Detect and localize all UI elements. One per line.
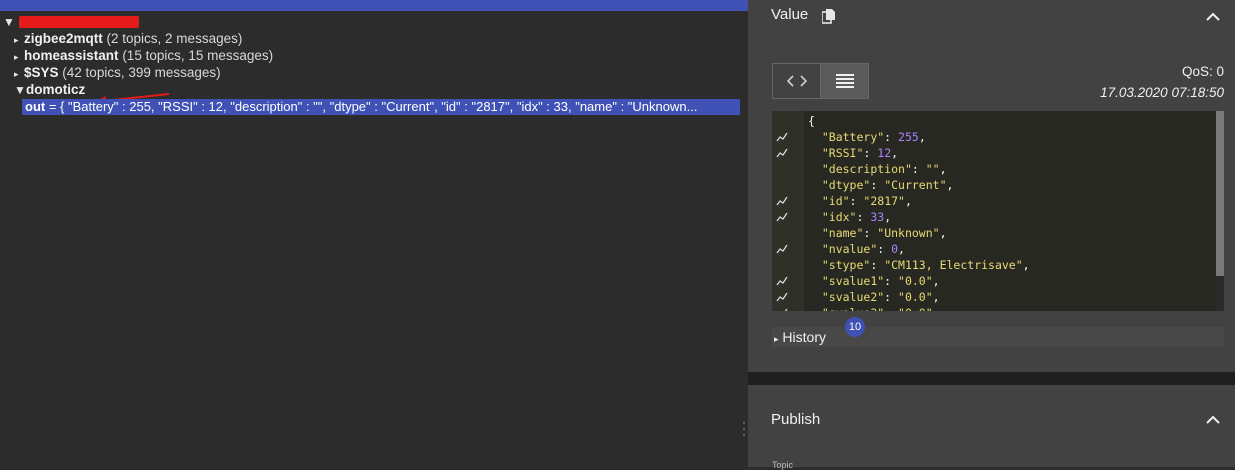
json-value: 12: [877, 146, 892, 160]
json-value: "2817": [863, 194, 905, 208]
trend-chart-icon[interactable]: [776, 308, 788, 311]
lines-icon: [835, 74, 854, 88]
json-value: 33: [870, 210, 885, 224]
json-line: {: [808, 114, 815, 128]
json-key: "svalue3": [822, 306, 884, 311]
json-line: "id": "2817",: [821, 194, 912, 208]
tree-item-topic: zigbee2mqtt: [24, 31, 103, 46]
json-value: "Current": [884, 178, 947, 192]
json-value: "": [925, 162, 940, 176]
tree-item-homeassistant[interactable]: ▸ homeassistant (15 topics, 15 messages): [14, 47, 273, 64]
tree-item-topic: domoticz: [26, 82, 86, 97]
expand-triangle-icon: ▸: [774, 334, 779, 344]
trend-chart-icon[interactable]: [776, 132, 788, 142]
selected-message-row[interactable]: out = { "Battery" : 255, "RSSI" : 12, "d…: [22, 99, 740, 115]
json-code-editor[interactable]: { "Battery": 255, "RSSI": 12, "descripti…: [772, 111, 1224, 311]
history-bar[interactable]: [772, 327, 1224, 347]
editor-scrollbar[interactable]: [1216, 111, 1224, 311]
history-count-badge: 10: [845, 317, 865, 337]
topic-tree-pane: ▼ ▸ zigbee2mqtt (2 topics, 2 messages) ▸ h…: [0, 11, 748, 467]
tree-item-meta: (15 topics, 15 messages): [122, 48, 274, 63]
json-line: "name": "Unknown",: [821, 226, 947, 240]
tree-item-zigbee2mqtt[interactable]: ▸ zigbee2mqtt (2 topics, 2 messages): [14, 30, 242, 47]
json-value: "CM113, Electrisave": [884, 258, 1023, 272]
publish-panel-title: Publish: [771, 411, 821, 428]
json-key: "RSSI": [821, 146, 864, 160]
tree-item-meta: (2 topics, 2 messages): [106, 31, 243, 46]
value-panel-title: Value: [771, 6, 809, 23]
json-value: "0.0": [898, 306, 933, 311]
json-key: "stype": [821, 258, 871, 272]
json-key: "dtype": [821, 178, 871, 192]
json-line: "svalue2": "0.0",: [821, 290, 940, 304]
tree-item-sys[interactable]: ▸ $SYS (42 topics, 399 messages): [14, 64, 221, 81]
trend-chart-icon[interactable]: [776, 244, 788, 254]
json-line: "dtype": "Current",: [821, 178, 954, 192]
json-key: "svalue1": [821, 274, 885, 288]
history-toggle[interactable]: ▸ History: [774, 329, 826, 345]
json-line: "stype": "CM113, Electrisave",: [821, 258, 1030, 272]
json-value: "Unknown": [877, 226, 940, 240]
json-value: "0.0": [898, 274, 933, 288]
json-key: "svalue2": [821, 290, 885, 304]
collapse-triangle-icon[interactable]: ▼: [14, 82, 26, 99]
json-key: "Battery": [821, 130, 885, 144]
trend-chart-icon[interactable]: [776, 196, 788, 206]
json-line: "description": "",: [821, 162, 947, 176]
chevron-up-icon[interactable]: [1206, 12, 1220, 22]
json-line: "svalue1": "0.0",: [821, 274, 940, 288]
tree-root[interactable]: ▼: [3, 13, 139, 30]
code-brackets-icon: [786, 75, 807, 87]
json-key: "name": [821, 226, 864, 240]
qos-label: QoS: 0: [1181, 64, 1224, 79]
tree-item-topic: $SYS: [24, 65, 59, 80]
json-line: "nvalue": 0,: [821, 242, 905, 256]
details-pane: Value QoS: 0 17.03.2020 07:18:50 {"Batt…: [748, 0, 1235, 470]
diff-view-button[interactable]: [773, 64, 820, 98]
value-panel: Value QoS: 0 17.03.2020 07:18:50 {"Batt…: [748, 0, 1235, 372]
message-key: out: [25, 99, 46, 114]
json-line: "svalue3": "0.0",: [808, 305, 940, 311]
history-label: History: [782, 329, 826, 345]
json-key: "nvalue": [821, 242, 878, 256]
pane-splitter-handle[interactable]: · · ·: [741, 416, 747, 440]
trend-chart-icon[interactable]: [776, 292, 788, 302]
chevron-up-icon[interactable]: [1206, 415, 1220, 425]
trend-chart-icon[interactable]: [776, 276, 788, 286]
json-line: "idx": 33,: [821, 210, 892, 224]
publish-topic-label: Topic: [772, 460, 794, 470]
tree-item-meta: (42 topics, 399 messages): [62, 65, 221, 80]
json-key: "id": [821, 194, 850, 208]
json-line: "RSSI": 12,: [821, 146, 899, 160]
json-key: "idx": [821, 210, 857, 224]
scrollbar-thumb[interactable]: [1216, 111, 1224, 276]
raw-view-button[interactable]: [820, 64, 868, 98]
copy-icon[interactable]: [822, 9, 836, 24]
message-preview: = { "Battery" : 255, "RSSI" : 12, "descr…: [45, 99, 698, 114]
tree-item-domoticz[interactable]: ▼domoticz: [14, 81, 85, 98]
trend-chart-icon[interactable]: [776, 148, 788, 158]
json-key: "description": [821, 162, 912, 176]
publish-panel: Publish Topic: [748, 385, 1235, 470]
tree-item-topic: homeassistant: [24, 48, 119, 63]
message-timestamp: 17.03.2020 07:18:50: [1100, 85, 1224, 100]
json-value: 255: [898, 130, 919, 144]
json-value: 0: [891, 242, 899, 256]
trend-chart-icon[interactable]: [776, 212, 788, 222]
json-line: "Battery": 255,: [821, 130, 926, 144]
view-mode-toggle: [772, 63, 869, 99]
redacted-broker-name: [19, 16, 139, 29]
json-value: "0.0": [898, 290, 933, 304]
collapse-triangle-icon[interactable]: ▼: [3, 14, 15, 31]
